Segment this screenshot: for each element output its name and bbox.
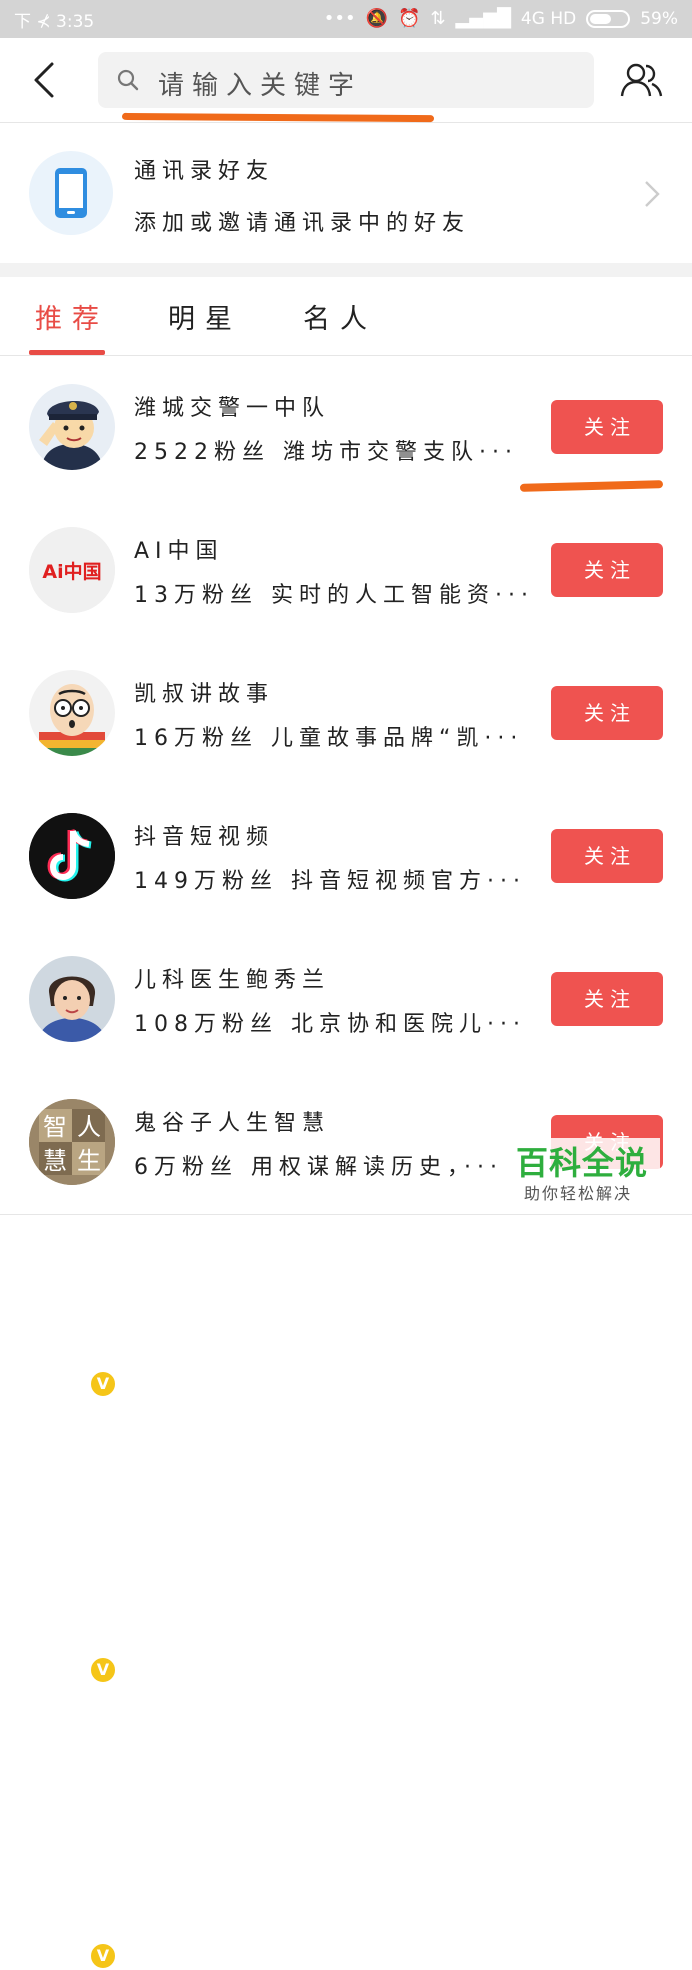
list-item[interactable]: V 抖音短视频 149万粉丝 抖音短视频官方··· 关注: [0, 785, 692, 1684]
signal-icon: ▂▄▆█: [455, 8, 511, 29]
battery-percent: 59%: [640, 9, 678, 29]
status-time: 下 ⊀ 3:35: [14, 11, 95, 32]
account-name: 儿科医生鲍秀兰: [134, 968, 331, 993]
avatar: [29, 670, 115, 756]
chevron-right-icon: [645, 181, 660, 207]
tiktok-logo-icon: [29, 813, 115, 899]
account-description: 108万粉丝 北京协和医院儿···: [134, 1012, 526, 1037]
follow-button[interactable]: 关注: [551, 400, 663, 454]
account-description: 6万粉丝 用权谋解读历史，···: [134, 1155, 503, 1180]
mute-bell-icon: 🔕: [365, 8, 389, 29]
watermark-logo: 百科全说 助你轻松解决: [510, 1138, 660, 1206]
active-tab-indicator: [29, 350, 105, 355]
verified-badge-icon: V: [89, 1942, 117, 1970]
section-divider: [0, 263, 692, 277]
account-description: 149万粉丝 抖音短视频官方···: [134, 869, 526, 894]
tab-celebrities[interactable]: 名人: [303, 297, 377, 336]
status-bar: 下 ⊀ 3:35 ••• 🔕 ⏰ ⇅ ▂▄▆█ 4G HD 59%: [0, 0, 692, 38]
data-transfer-icon: ⇅: [430, 8, 446, 29]
search-placeholder: 请输入关键字: [158, 71, 363, 101]
back-arrow-icon[interactable]: [28, 60, 64, 100]
list-item[interactable]: Ai中国 AI中国 13万粉丝 实时的人工智能资··· 关注: [0, 499, 692, 643]
battery-icon: [586, 10, 631, 28]
network-label: 4G HD: [520, 9, 577, 29]
account-name: 潍城交警一中队: [134, 396, 331, 421]
search-input[interactable]: 请输入关键字: [98, 52, 594, 108]
avatar: Ai中国: [29, 527, 115, 613]
contacts-title: 通讯录好友: [134, 159, 275, 184]
svg-text:生: 生: [77, 1147, 101, 1175]
top-bar: 请输入关键字: [0, 38, 692, 123]
account-description: 2522粉丝 潍坊市交警支队···: [134, 440, 518, 465]
alarm-icon: ⏰: [398, 8, 421, 29]
list-item[interactable]: V 儿科医生鲍秀兰 108万粉丝 北京协和医院儿··· 关注: [0, 928, 692, 1970]
avatar: [29, 956, 115, 1042]
watermark-subtitle: 助你轻松解决: [524, 1184, 633, 1203]
account-name: 抖音短视频: [134, 825, 275, 850]
contacts-friends-row[interactable]: 通讯录好友 添加或邀请通讯录中的好友: [0, 123, 692, 263]
verified-badge-icon: V: [89, 1656, 117, 1684]
account-description: 16万粉丝 儿童故事品牌“凯···: [134, 726, 524, 751]
contacts-icon[interactable]: [620, 62, 664, 98]
avatar: [29, 813, 115, 899]
avatar-logo-text: Ai中国: [42, 560, 101, 583]
follow-button[interactable]: 关注: [551, 543, 663, 597]
follow-button[interactable]: 关注: [551, 829, 663, 883]
svg-text:慧: 慧: [43, 1147, 67, 1175]
verified-badge-icon: V: [89, 1370, 117, 1398]
search-icon: [117, 69, 139, 91]
category-tabs: 推荐 明星 名人: [0, 277, 692, 356]
svg-text:人: 人: [77, 1113, 101, 1141]
list-item[interactable]: V 凯叔讲故事 16万粉丝 儿童故事品牌“凯··· 关注: [0, 642, 692, 1398]
list-item[interactable]: 潍城交警一中队 2522粉丝 潍坊市交警支队··· 关注: [0, 356, 692, 500]
svg-text:智: 智: [43, 1113, 67, 1141]
phone-icon: [29, 151, 113, 235]
follow-button[interactable]: 关注: [551, 972, 663, 1026]
contacts-subtitle: 添加或邀请通讯录中的好友: [134, 211, 471, 236]
follow-button[interactable]: 关注: [551, 686, 663, 740]
account-name: AI中国: [134, 539, 224, 564]
avatar: [29, 384, 115, 470]
account-name: 鬼谷子人生智慧: [134, 1111, 331, 1136]
account-description: 13万粉丝 实时的人工智能资···: [134, 583, 534, 608]
account-name: 凯叔讲故事: [134, 682, 275, 707]
tab-stars[interactable]: 明星: [168, 297, 242, 336]
avatar: 智 人 慧 生: [29, 1099, 115, 1185]
tab-recommended[interactable]: 推荐: [35, 297, 109, 336]
more-dots-icon: •••: [323, 8, 356, 29]
watermark-title: 百科全说: [516, 1144, 649, 1182]
annotation-underline: [121, 112, 435, 123]
